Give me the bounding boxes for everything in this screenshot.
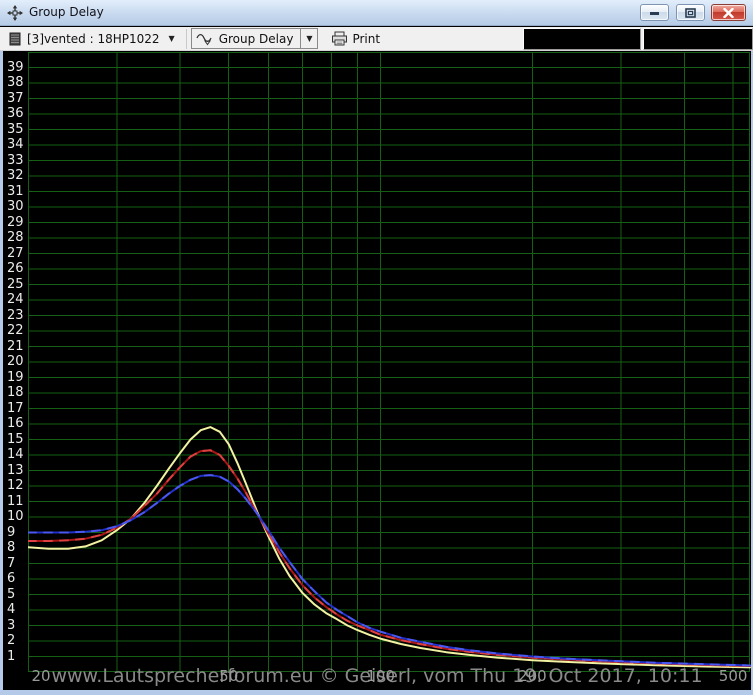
- y-tick-label: 32: [7, 168, 27, 184]
- y-tick-label: 22: [7, 323, 27, 339]
- y-tick-label: 23: [7, 308, 27, 324]
- mode-button[interactable]: Group Delay: [191, 28, 302, 49]
- minimize-button[interactable]: [640, 4, 669, 21]
- mode-button-label: Group Delay: [219, 32, 294, 46]
- group-delay-window: Group Delay [3]vented : 18HP1022 ▼ Gr: [0, 0, 753, 695]
- driver-select-value: [3]vented : 18HP1022: [27, 32, 160, 46]
- print-button[interactable]: Print: [326, 28, 385, 50]
- x-tick-label: 200: [518, 667, 547, 685]
- x-tick-label: 100: [366, 667, 395, 685]
- y-tick-label: 3: [7, 618, 27, 634]
- y-tick-label: 16: [7, 416, 27, 432]
- readout-right: [643, 28, 753, 50]
- driver-icon: [9, 32, 21, 46]
- y-tick-label: 28: [7, 230, 27, 246]
- y-tick-label: 15: [7, 432, 27, 448]
- y-tick-label: 14: [7, 447, 27, 463]
- readout-left: [523, 28, 641, 50]
- y-tick-label: 39: [7, 60, 27, 76]
- window-title: Group Delay: [29, 5, 104, 19]
- minimize-icon: [649, 8, 660, 17]
- y-tick-label: 19: [7, 370, 27, 386]
- maximize-button[interactable]: [676, 4, 705, 21]
- y-tick-label: 2: [7, 633, 27, 649]
- y-tick-label: 29: [7, 215, 27, 231]
- y-tick-label: 13: [7, 463, 27, 479]
- group-delay-chart: www.Lautsprecherforum.eu © Geiserl, vom …: [0, 51, 753, 695]
- plot-area: [28, 52, 751, 673]
- y-tick-label: 7: [7, 556, 27, 572]
- readout-panels: [523, 28, 753, 50]
- close-icon: [723, 8, 734, 18]
- y-tick-label: 5: [7, 587, 27, 603]
- curves: [28, 427, 750, 667]
- y-tick-label: 18: [7, 385, 27, 401]
- y-tick-label: 37: [7, 91, 27, 107]
- mode-dropdown-button[interactable]: ▼: [301, 28, 318, 49]
- y-tick-label: 11: [7, 494, 27, 510]
- printer-icon: [331, 31, 348, 46]
- crosshair-axes-icon: [7, 5, 23, 21]
- y-tick-label: 4: [7, 602, 27, 618]
- y-tick-label: 30: [7, 199, 27, 215]
- chevron-down-icon: ▼: [303, 34, 315, 43]
- x-tick-label: 50: [219, 667, 238, 685]
- toolbar: [3]vented : 18HP1022 ▼ Group Delay ▼ Pri…: [0, 27, 753, 51]
- y-tick-label: 10: [7, 509, 27, 525]
- y-tick-label: 8: [7, 540, 27, 556]
- x-tick-label: 20: [31, 667, 50, 685]
- close-button[interactable]: [711, 4, 746, 21]
- driver-select[interactable]: [3]vented : 18HP1022 ▼: [5, 28, 182, 50]
- y-tick-label: 20: [7, 354, 27, 370]
- y-tick-label: 34: [7, 137, 27, 153]
- wave-icon: [196, 32, 214, 46]
- y-tick-label: 36: [7, 106, 27, 122]
- x-tick-label: 500: [719, 667, 748, 685]
- y-tick-label: 6: [7, 571, 27, 587]
- chevron-down-icon: ▼: [166, 34, 178, 43]
- y-tick-label: 35: [7, 122, 27, 138]
- y-tick-label: 33: [7, 153, 27, 169]
- y-tick-label: 26: [7, 261, 27, 277]
- y-tick-label: 25: [7, 277, 27, 293]
- y-tick-label: 24: [7, 292, 27, 308]
- y-tick-label: 38: [7, 75, 27, 91]
- toolbar-separator: [186, 29, 187, 49]
- maximize-icon: [685, 8, 696, 18]
- y-tick-label: 17: [7, 401, 27, 417]
- titlebar: Group Delay: [0, 0, 753, 26]
- y-tick-label: 1: [7, 649, 27, 665]
- y-tick-label: 21: [7, 339, 27, 355]
- group-delay-yellow-curve: [28, 427, 750, 667]
- y-tick-label: 9: [7, 525, 27, 541]
- y-tick-label: 27: [7, 246, 27, 262]
- print-button-label: Print: [352, 32, 380, 46]
- gridlines: [28, 52, 750, 672]
- y-tick-label: 12: [7, 478, 27, 494]
- y-tick-label: 31: [7, 184, 27, 200]
